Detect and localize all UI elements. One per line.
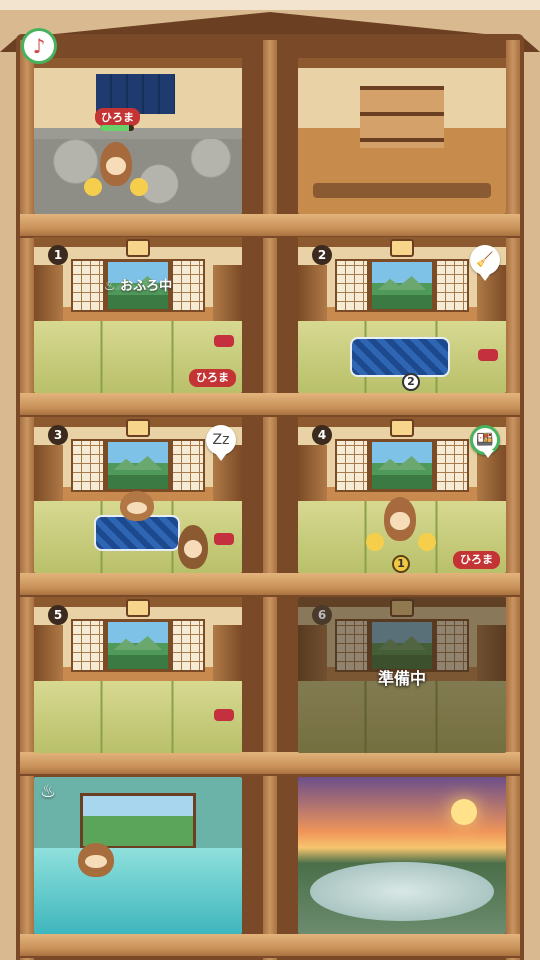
lantern-icon bbox=[126, 599, 150, 617]
chick-character[interactable] bbox=[84, 178, 102, 196]
floor-beam bbox=[20, 393, 520, 415]
bathing-bear-guest[interactable] bbox=[78, 843, 114, 877]
room-number-badge: 1 bbox=[48, 245, 68, 265]
sleep-bubble-icon: Zz bbox=[206, 425, 236, 461]
bath-window bbox=[79, 792, 197, 850]
dirty-count-badge: 2 bbox=[402, 373, 420, 391]
tatami-floor bbox=[298, 681, 506, 753]
guest-room-6[interactable]: 6 準備中 bbox=[298, 597, 506, 753]
guest-tag: ひろま bbox=[189, 369, 236, 387]
sleeping-bear-guest[interactable] bbox=[120, 491, 154, 521]
chick-character[interactable] bbox=[418, 533, 436, 551]
left-pillar bbox=[20, 40, 34, 960]
host-tanuki-character[interactable] bbox=[100, 142, 132, 186]
guest-room-4[interactable]: 4 🍱 1 ひろま bbox=[298, 417, 506, 573]
guest-room-2[interactable]: 2 🧹 2 bbox=[298, 237, 506, 393]
guest-count-badge: 1 bbox=[392, 555, 410, 573]
room-number-badge: 6 bbox=[312, 605, 332, 625]
cushion bbox=[478, 349, 498, 361]
staff-tanuki-character[interactable] bbox=[178, 525, 208, 569]
cushion bbox=[214, 709, 234, 721]
room-status-preparing: 準備中 bbox=[377, 669, 426, 688]
room-number-badge: 2 bbox=[312, 245, 332, 265]
kitchen-bench bbox=[312, 182, 492, 199]
tatami-floor bbox=[34, 681, 242, 753]
floor-beam bbox=[20, 752, 520, 774]
meal-tray-icon[interactable]: 🍱 bbox=[470, 425, 500, 458]
center-pillar bbox=[263, 40, 277, 960]
lantern-icon bbox=[390, 599, 414, 617]
room-number-badge: 4 bbox=[312, 425, 332, 445]
cushion bbox=[214, 335, 234, 347]
kitchen-shelf bbox=[360, 86, 444, 149]
chick-character[interactable] bbox=[130, 178, 148, 196]
messy-futon[interactable] bbox=[350, 337, 450, 377]
room-window bbox=[368, 618, 436, 672]
room-window bbox=[368, 438, 436, 492]
bath-water bbox=[34, 847, 242, 934]
guest-room-5[interactable]: 5 bbox=[34, 597, 242, 753]
guest-tag: ひろま bbox=[453, 551, 500, 569]
guest-room-1[interactable]: 1 ♨ おふろ中 ひろま bbox=[34, 237, 242, 393]
guest-room-3[interactable]: 3 Zz bbox=[34, 417, 242, 573]
chick-character[interactable] bbox=[366, 533, 384, 551]
lantern-icon bbox=[390, 239, 414, 257]
lantern-icon bbox=[390, 419, 414, 437]
stone-floor bbox=[34, 139, 242, 214]
guest-name-label: ひろま bbox=[95, 108, 140, 126]
room-window bbox=[104, 438, 172, 492]
room-number-badge: 5 bbox=[48, 605, 68, 625]
outdoor-pool bbox=[310, 861, 494, 922]
kitchen-room[interactable] bbox=[298, 58, 506, 214]
lantern-icon bbox=[126, 239, 150, 257]
room-window bbox=[104, 618, 172, 672]
outdoor-bath[interactable] bbox=[298, 777, 506, 934]
sunset-sun bbox=[450, 798, 477, 825]
room-window bbox=[368, 258, 436, 312]
hot-spring-icon: ♨ bbox=[40, 781, 57, 802]
floor-beam bbox=[20, 214, 520, 236]
music-note-icon[interactable]: ♪ bbox=[21, 28, 57, 64]
guest-mood-bar bbox=[100, 125, 134, 131]
room-status-bathing: ♨ おふろ中 bbox=[103, 279, 173, 294]
lantern-icon bbox=[126, 419, 150, 437]
floor-beam bbox=[20, 573, 520, 595]
room-number-badge: 3 bbox=[48, 425, 68, 445]
host-tanuki-character[interactable] bbox=[384, 497, 416, 541]
floor-beam bbox=[20, 934, 520, 956]
broom-icon[interactable]: 🧹 bbox=[470, 245, 500, 281]
lobby-room[interactable] bbox=[34, 58, 242, 214]
guest-mood-fill bbox=[100, 125, 129, 131]
indoor-bath[interactable]: ♨ bbox=[34, 777, 242, 934]
right-pillar bbox=[506, 40, 520, 960]
cushion bbox=[214, 533, 234, 545]
